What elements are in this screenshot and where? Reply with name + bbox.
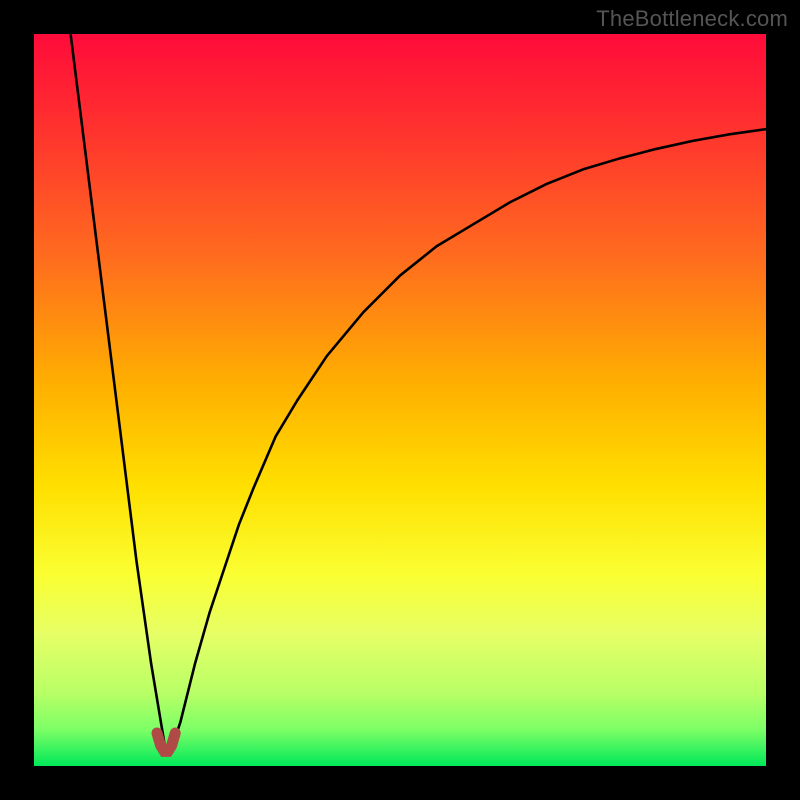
gradient-background — [34, 34, 766, 766]
watermark-text: TheBottleneck.com — [596, 6, 788, 32]
chart-frame: TheBottleneck.com — [0, 0, 800, 800]
bottleneck-plot — [34, 34, 766, 766]
